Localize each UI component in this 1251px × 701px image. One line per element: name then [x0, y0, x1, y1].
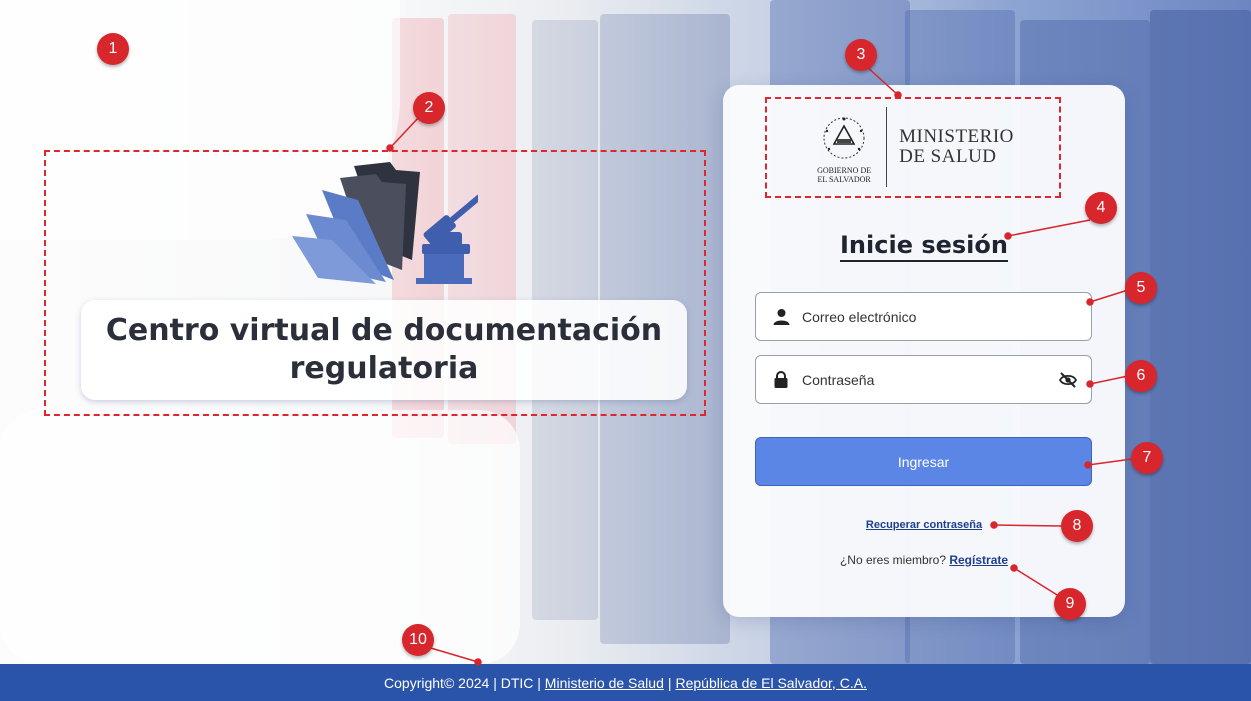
annotation-marker-7: 7 — [1131, 442, 1163, 474]
annotation-marker-8: 8 — [1061, 510, 1093, 542]
eye-off-icon[interactable] — [1058, 371, 1078, 389]
lock-icon — [772, 371, 790, 389]
annotation-marker-5: 5 — [1125, 272, 1157, 304]
user-icon — [772, 308, 790, 326]
annotation-box-brand — [44, 150, 706, 416]
annotation-marker-6: 6 — [1125, 360, 1157, 392]
annotation-marker-2: 2 — [413, 92, 445, 124]
signup-prompt: ¿No eres miembro? — [839, 553, 946, 567]
annotation-marker-4: 4 — [1085, 192, 1117, 224]
annotation-marker-9: 9 — [1054, 588, 1086, 620]
signup-row: ¿No eres miembro? Regístrate — [723, 553, 1125, 567]
background-sleeve — [0, 410, 520, 664]
signup-link[interactable]: Regístrate — [949, 553, 1008, 567]
email-input[interactable] — [802, 308, 1042, 325]
login-heading: Inicie sesión — [723, 231, 1125, 262]
annotation-marker-3: 3 — [845, 39, 877, 71]
password-input[interactable] — [802, 371, 1042, 388]
footer-link-ministry[interactable]: Ministerio de Salud — [545, 675, 664, 691]
login-heading-text: Inicie sesión — [840, 231, 1008, 262]
annotation-box-ministry-logo — [765, 97, 1061, 198]
annotation-marker-1: 1 — [97, 33, 129, 65]
annotation-marker-10: 10 — [402, 624, 434, 656]
login-button[interactable]: Ingresar — [755, 437, 1092, 486]
footer-copyright: Copyright© 2024 | DTIC | — [384, 674, 541, 691]
page-footer: Copyright© 2024 | DTIC | Ministerio de S… — [0, 664, 1251, 701]
email-field[interactable] — [755, 292, 1092, 341]
recover-password-link[interactable]: Recuperar contraseña — [866, 519, 982, 531]
footer-link-country[interactable]: República de El Salvador, C.A. — [676, 675, 867, 691]
password-field[interactable] — [755, 355, 1092, 404]
binder-blue — [1150, 10, 1251, 664]
footer-separator: | — [667, 674, 672, 691]
